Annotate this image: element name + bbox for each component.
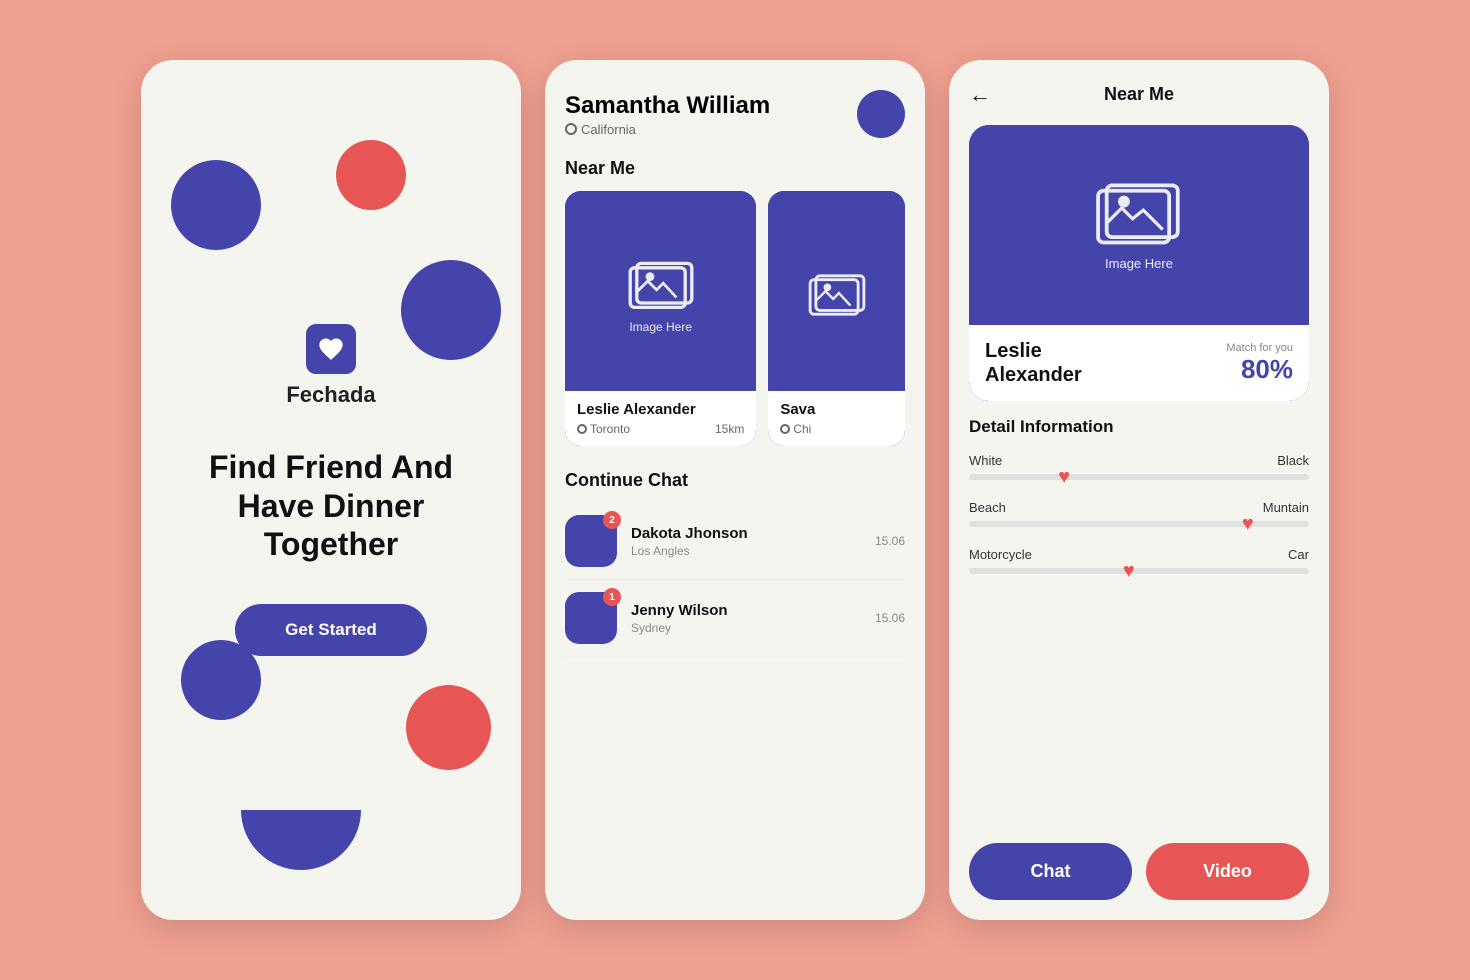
slider-row-1: White Black ♥ [969,453,1309,480]
deco-circle-blue-bottom-center [241,810,361,870]
deco-circle-blue-left [171,160,261,250]
chat-avatar-2: 1 [565,592,617,644]
slider-labels-1: White Black [969,453,1309,468]
chat-badge-2: 1 [603,588,621,606]
splash-content: Fechada Find Friend And Have Dinner Toge… [141,324,521,655]
location-icon [565,123,577,135]
match-percentage: 80% [1241,354,1293,384]
screen-profile: ← Near Me Image Here LeslieAlexander Mat… [949,60,1329,920]
slider-row-2: Beach Muntain ♥ [969,500,1309,527]
chat-name-2: Jenny Wilson [631,602,861,619]
near-me-title: Near Me [565,158,905,179]
card-location-2: Chi [780,422,811,436]
card-loc-row-1: Toronto 15km [577,422,744,436]
chat-time-2: 15.06 [875,611,905,625]
chat-item-1[interactable]: 2 Dakota Jhonson Los Angles 15.06 [565,503,905,580]
slider-track-2[interactable]: ♥ [969,521,1309,527]
slider-right-3: Car [1288,547,1309,562]
slider-track-3[interactable]: ♥ [969,568,1309,574]
user-name: Samantha William [565,92,770,120]
slider-thumb-3[interactable]: ♥ [1118,560,1140,582]
card-name-1: Leslie Alexander [577,401,744,418]
continue-chat-section: Continue Chat 2 Dakota Jhonson Los Angle… [565,470,905,900]
main-card-info: LeslieAlexander Match for you 80% [969,325,1309,401]
card-distance-1: 15km [715,422,744,436]
chat-name-1: Dakota Jhonson [631,525,861,542]
card-location-1: Toronto [577,422,630,436]
card-image-label-1: Image Here [629,320,692,334]
screen-splash: Fechada Find Friend And Have Dinner Toge… [141,60,521,920]
screen-home: Samantha William California Near Me Imag… [545,60,925,920]
near-me-cards: Image Here Leslie Alexander Toronto 15km [565,191,905,446]
loc-dot-2 [780,424,790,434]
splash-headline: Find Friend And Have Dinner Together [141,448,521,563]
chat-badge-1: 2 [603,511,621,529]
main-profile-card: Image Here LeslieAlexander Match for you… [969,125,1309,401]
main-card-image: Image Here [969,125,1309,325]
profile-name: LeslieAlexander [985,339,1082,387]
slider-track-1[interactable]: ♥ [969,474,1309,480]
heart-bookmark-icon [317,335,345,363]
get-started-button[interactable]: Get Started [235,604,427,656]
slider-right-2: Muntain [1263,500,1309,515]
chat-info-2: Jenny Wilson Sydney [631,602,861,635]
heart-icon-1: ♥ [1058,467,1070,487]
card-loc-text-1: Toronto [590,422,630,436]
card-bottom-2: Sava Chi [768,391,905,446]
location-text: California [581,122,636,137]
card-bottom-1: Leslie Alexander Toronto 15km [565,391,756,446]
profile-header: ← Near Me [969,84,1309,105]
back-button[interactable]: ← [969,82,991,108]
user-avatar[interactable] [857,90,905,138]
action-buttons: Chat Video [969,843,1309,900]
chat-button[interactable]: Chat [969,843,1132,900]
card-loc-text-2: Chi [793,422,811,436]
deco-circle-red-top [336,140,406,210]
heart-icon-2: ♥ [1242,514,1254,534]
deco-circle-red-bottom [406,685,491,770]
near-card-2[interactable]: Sava Chi [768,191,905,446]
slider-left-1: White [969,453,1002,468]
heart-icon-3: ♥ [1123,561,1135,581]
user-header: Samantha William California [565,90,905,138]
user-info: Samantha William California [565,92,770,137]
detail-section: Detail Information White Black ♥ Beach M… [969,417,1309,823]
chat-time-1: 15.06 [875,534,905,548]
image-placeholder-icon-2 [807,272,867,320]
card-loc-row-2: Chi [780,422,893,436]
slider-thumb-2[interactable]: ♥ [1237,513,1259,535]
loc-dot-1 [577,424,587,434]
detail-title: Detail Information [969,417,1309,437]
app-name: Fechada [286,382,375,408]
slider-row-3: Motorcycle Car ♥ [969,547,1309,574]
chat-info-1: Dakota Jhonson Los Angles [631,525,861,558]
chat-sub-1: Los Angles [631,544,861,558]
image-placeholder-icon-1 [626,259,696,314]
logo-icon [306,324,356,374]
chat-item-2[interactable]: 1 Jenny Wilson Sydney 15.06 [565,580,905,657]
match-label: Match for you [1226,342,1293,354]
profile-screen-title: Near Me [1104,84,1174,105]
near-card-1[interactable]: Image Here Leslie Alexander Toronto 15km [565,191,756,446]
slider-right-1: Black [1277,453,1309,468]
card-name-2: Sava [780,401,893,418]
slider-thumb-1[interactable]: ♥ [1053,466,1075,488]
video-button[interactable]: Video [1146,843,1309,900]
slider-left-3: Motorcycle [969,547,1032,562]
main-image-label: Image Here [1105,256,1173,271]
chat-avatar-1: 2 [565,515,617,567]
card-image-1: Image Here [565,191,756,391]
user-location: California [565,122,770,137]
slider-left-2: Beach [969,500,1006,515]
continue-chat-title: Continue Chat [565,470,905,491]
match-info: Match for you 80% [1226,342,1293,385]
main-image-placeholder-icon [1094,180,1184,250]
card-image-2 [768,191,905,391]
chat-sub-2: Sydney [631,621,861,635]
